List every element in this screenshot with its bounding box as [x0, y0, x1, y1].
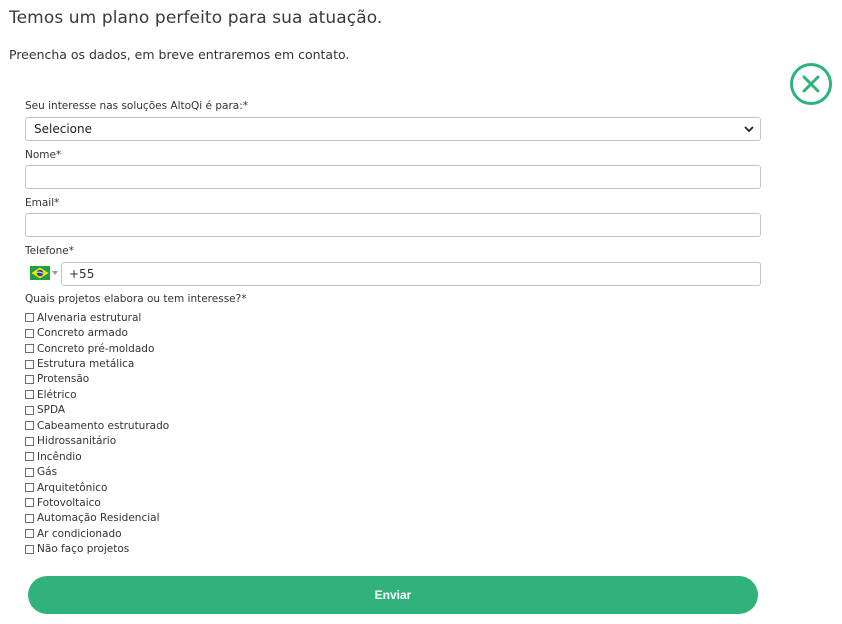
checkbox[interactable]	[25, 405, 34, 415]
project-option-ar-condicionado[interactable]: Ar condicionado	[25, 526, 169, 541]
name-label: Nome*	[25, 149, 62, 161]
chevron-down-icon	[744, 125, 754, 132]
interest-select[interactable]: Selecione	[25, 117, 761, 141]
close-button[interactable]	[790, 63, 832, 105]
checkbox[interactable]	[25, 436, 34, 446]
project-option-gas[interactable]: Gás	[25, 464, 169, 479]
phone-label: Telefone*	[25, 245, 74, 257]
checkbox[interactable]	[25, 483, 34, 493]
email-field[interactable]	[25, 213, 761, 237]
project-option-cabeamento-estruturado[interactable]: Cabeamento estruturado	[25, 418, 169, 433]
page-subtitle: Preencha os dados, em breve entraremos e…	[9, 47, 350, 62]
checkbox[interactable]	[25, 529, 34, 539]
project-option-concreto-pre-moldado[interactable]: Concreto pré-moldado	[25, 341, 169, 356]
project-option-protensao[interactable]: Protensão	[25, 372, 169, 387]
checkbox[interactable]	[25, 344, 34, 354]
close-icon	[802, 75, 820, 93]
email-label: Email*	[25, 197, 60, 209]
checkbox[interactable]	[25, 467, 34, 477]
interest-label: Seu interesse nas soluções AltoQi é para…	[25, 100, 248, 112]
phone-country-selector[interactable]	[30, 266, 58, 280]
projects-checklist: Alvenaria estrutural Concreto armado Con…	[25, 310, 169, 557]
submit-button[interactable]: Enviar	[28, 576, 758, 614]
checkbox[interactable]	[25, 498, 34, 508]
checkbox[interactable]	[25, 328, 34, 338]
project-option-arquitetonico[interactable]: Arquitetônico	[25, 480, 169, 495]
checkbox[interactable]	[25, 513, 34, 523]
checkbox[interactable]	[25, 452, 34, 462]
brazil-flag-icon	[30, 266, 50, 280]
project-option-nao-faco-projetos[interactable]: Não faço projetos	[25, 542, 169, 557]
projects-label: Quais projetos elabora ou tem interesse?…	[25, 293, 247, 305]
checkbox[interactable]	[25, 421, 34, 431]
page-title: Temos um plano perfeito para sua atuação…	[9, 8, 383, 28]
checkbox[interactable]	[25, 359, 34, 369]
caret-down-icon	[52, 271, 58, 275]
project-option-hidrossanitario[interactable]: Hidrossanitário	[25, 434, 169, 449]
phone-field[interactable]: +55	[61, 262, 761, 286]
project-option-eletrico[interactable]: Elétrico	[25, 387, 169, 402]
name-field[interactable]	[25, 165, 761, 189]
project-option-fotovoltaico[interactable]: Fotovoltaico	[25, 495, 169, 510]
project-option-automacao-residencial[interactable]: Automação Residencial	[25, 511, 169, 526]
project-option-alvenaria-estrutural[interactable]: Alvenaria estrutural	[25, 310, 169, 325]
interest-select-value: Selecione	[34, 122, 92, 136]
project-option-spda[interactable]: SPDA	[25, 403, 169, 418]
project-option-estrutura-metalica[interactable]: Estrutura metálica	[25, 356, 169, 371]
project-option-incendio[interactable]: Incêndio	[25, 449, 169, 464]
checkbox[interactable]	[25, 374, 34, 384]
checkbox[interactable]	[25, 544, 34, 554]
checkbox[interactable]	[25, 313, 34, 323]
checkbox[interactable]	[25, 390, 34, 400]
project-option-concreto-armado[interactable]: Concreto armado	[25, 325, 169, 340]
